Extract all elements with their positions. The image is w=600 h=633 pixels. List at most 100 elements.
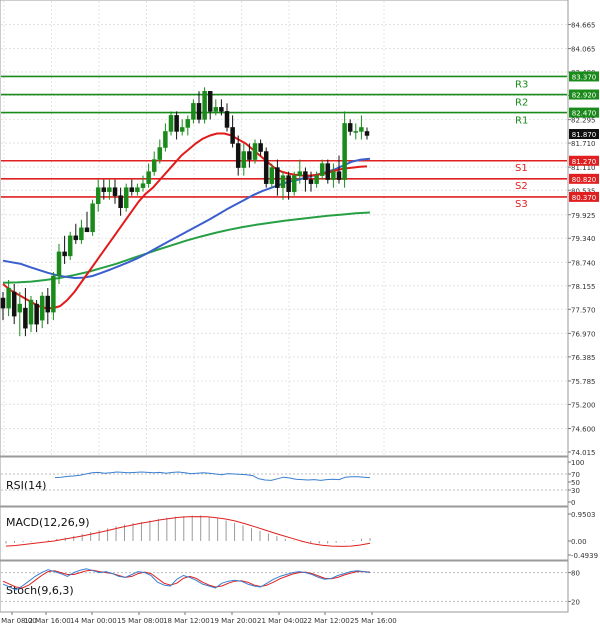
- candle-body: [219, 107, 224, 112]
- macd-label: MACD(12,26,9): [6, 516, 90, 529]
- candle-body: [185, 119, 191, 128]
- rsi-tick-label: 100: [571, 459, 584, 467]
- candle-body: [196, 103, 202, 120]
- candle-body: [252, 143, 258, 160]
- candle-body: [56, 251, 62, 277]
- level-tag-label-s3: 80.370: [572, 194, 597, 202]
- current-price-tag: 81.870: [569, 129, 599, 139]
- level-tag-label-r3: 83.370: [572, 73, 597, 81]
- price-tick-label: 81.710: [571, 140, 596, 148]
- level-name-s2: S2: [515, 181, 528, 192]
- candle-body: [67, 235, 73, 257]
- candle-body: [263, 151, 269, 184]
- price-tick-label: 76.385: [571, 354, 596, 362]
- candle-body: [297, 171, 303, 176]
- price-tick-label: 82.295: [571, 117, 596, 125]
- price-tick-label: 78.740: [571, 259, 596, 267]
- candle-body: [241, 151, 247, 168]
- stoch-tick-label: 80: [571, 570, 580, 578]
- candle-body: [303, 171, 308, 180]
- price-tick-label: 79.925: [571, 212, 596, 220]
- price-tick-label: 84.065: [571, 46, 596, 54]
- candle-body: [235, 143, 241, 168]
- level-tag-label-r2: 82.920: [572, 92, 597, 100]
- level-name-r2: R2: [515, 98, 528, 109]
- macd-tick-label: 0.9503: [571, 511, 596, 519]
- stoch-label: Stoch(9,6,3): [6, 584, 74, 597]
- candle-body: [168, 115, 174, 132]
- price-tick-label: 77.570: [571, 306, 596, 314]
- price-tick-label: 84.665: [571, 21, 596, 29]
- candle-body: [353, 131, 359, 133]
- candle-body: [0, 297, 6, 309]
- candle-body: [308, 179, 314, 184]
- macd-tick-label: 0.00: [571, 538, 587, 546]
- candle-body: [45, 295, 51, 313]
- candle-body: [336, 171, 342, 180]
- candle-body: [129, 187, 135, 192]
- candle-body: [275, 167, 280, 188]
- candle-body: [157, 147, 163, 160]
- rsi-tick-label: 0: [571, 499, 575, 507]
- level-tag-label-r1: 82.470: [572, 110, 597, 118]
- candle-body: [112, 187, 118, 196]
- rsi-tick-label: 50: [571, 479, 580, 487]
- candle-body: [319, 163, 325, 176]
- candle-body: [202, 91, 207, 120]
- time-tick-label: 21 Mar 04:00: [257, 617, 304, 625]
- price-tick-label: 76.970: [571, 330, 596, 338]
- candle-body: [95, 187, 101, 204]
- candle-body: [359, 127, 364, 132]
- price-tick-label: 79.340: [571, 235, 596, 243]
- candle-body: [347, 123, 353, 132]
- candle-body: [163, 131, 168, 148]
- candle-body: [280, 175, 286, 188]
- price-tick-label: 75.200: [571, 401, 596, 409]
- candle-body: [247, 151, 252, 160]
- time-tick-label: 15 Mar 08:00: [117, 617, 164, 625]
- candle-body: [269, 167, 275, 184]
- candle-body: [23, 307, 28, 329]
- level-name-s3: S3: [515, 199, 528, 210]
- candle-body: [191, 103, 196, 120]
- level-name-r1: R1: [515, 116, 528, 127]
- candle-body: [62, 251, 67, 257]
- candle-body: [230, 127, 235, 144]
- rsi-tick-label: 70: [571, 471, 580, 479]
- candle-body: [90, 203, 95, 233]
- candle-body: [291, 175, 297, 192]
- time-tick-label: 22 Mar 12:00: [303, 617, 350, 625]
- candle-body: [107, 187, 112, 192]
- candle-body: [73, 235, 79, 241]
- candle-body: [331, 171, 336, 180]
- candle-body: [6, 287, 11, 309]
- candle-body: [174, 115, 179, 132]
- candle-body: [286, 175, 291, 192]
- candle-body: [325, 163, 331, 180]
- current-price-label: 81.870: [572, 131, 597, 139]
- candle-body: [51, 275, 56, 313]
- time-tick-label: 18 Mar 12:00: [163, 617, 210, 625]
- stoch-tick-label: 20: [571, 598, 580, 606]
- price-tick-label: 78.155: [571, 283, 596, 291]
- candle-body: [34, 303, 39, 325]
- candle-body: [258, 143, 263, 152]
- time-tick-label: 25 Mar 16:00: [350, 617, 397, 625]
- candle-body: [84, 227, 90, 233]
- candle-body: [135, 187, 140, 192]
- price-tick-label: 74.015: [571, 449, 596, 457]
- candle-body: [224, 111, 230, 128]
- level-name-r3: R3: [515, 79, 528, 90]
- price-chart: R3R2R1S1S2S3 84.66584.06583.48082.89582.…: [0, 0, 600, 629]
- candle-body: [101, 187, 107, 192]
- time-tick-label: 19 Mar 20:00: [210, 617, 257, 625]
- price-tick-label: 74.600: [571, 426, 596, 434]
- candle-body: [314, 175, 319, 184]
- price-tick-label: 75.785: [571, 378, 596, 386]
- candle-body: [364, 131, 370, 136]
- candle-body: [213, 107, 219, 112]
- candle-body: [123, 187, 129, 208]
- candle-body: [140, 183, 146, 188]
- candle-body: [179, 127, 185, 132]
- rsi-tick-label: 30: [571, 487, 580, 495]
